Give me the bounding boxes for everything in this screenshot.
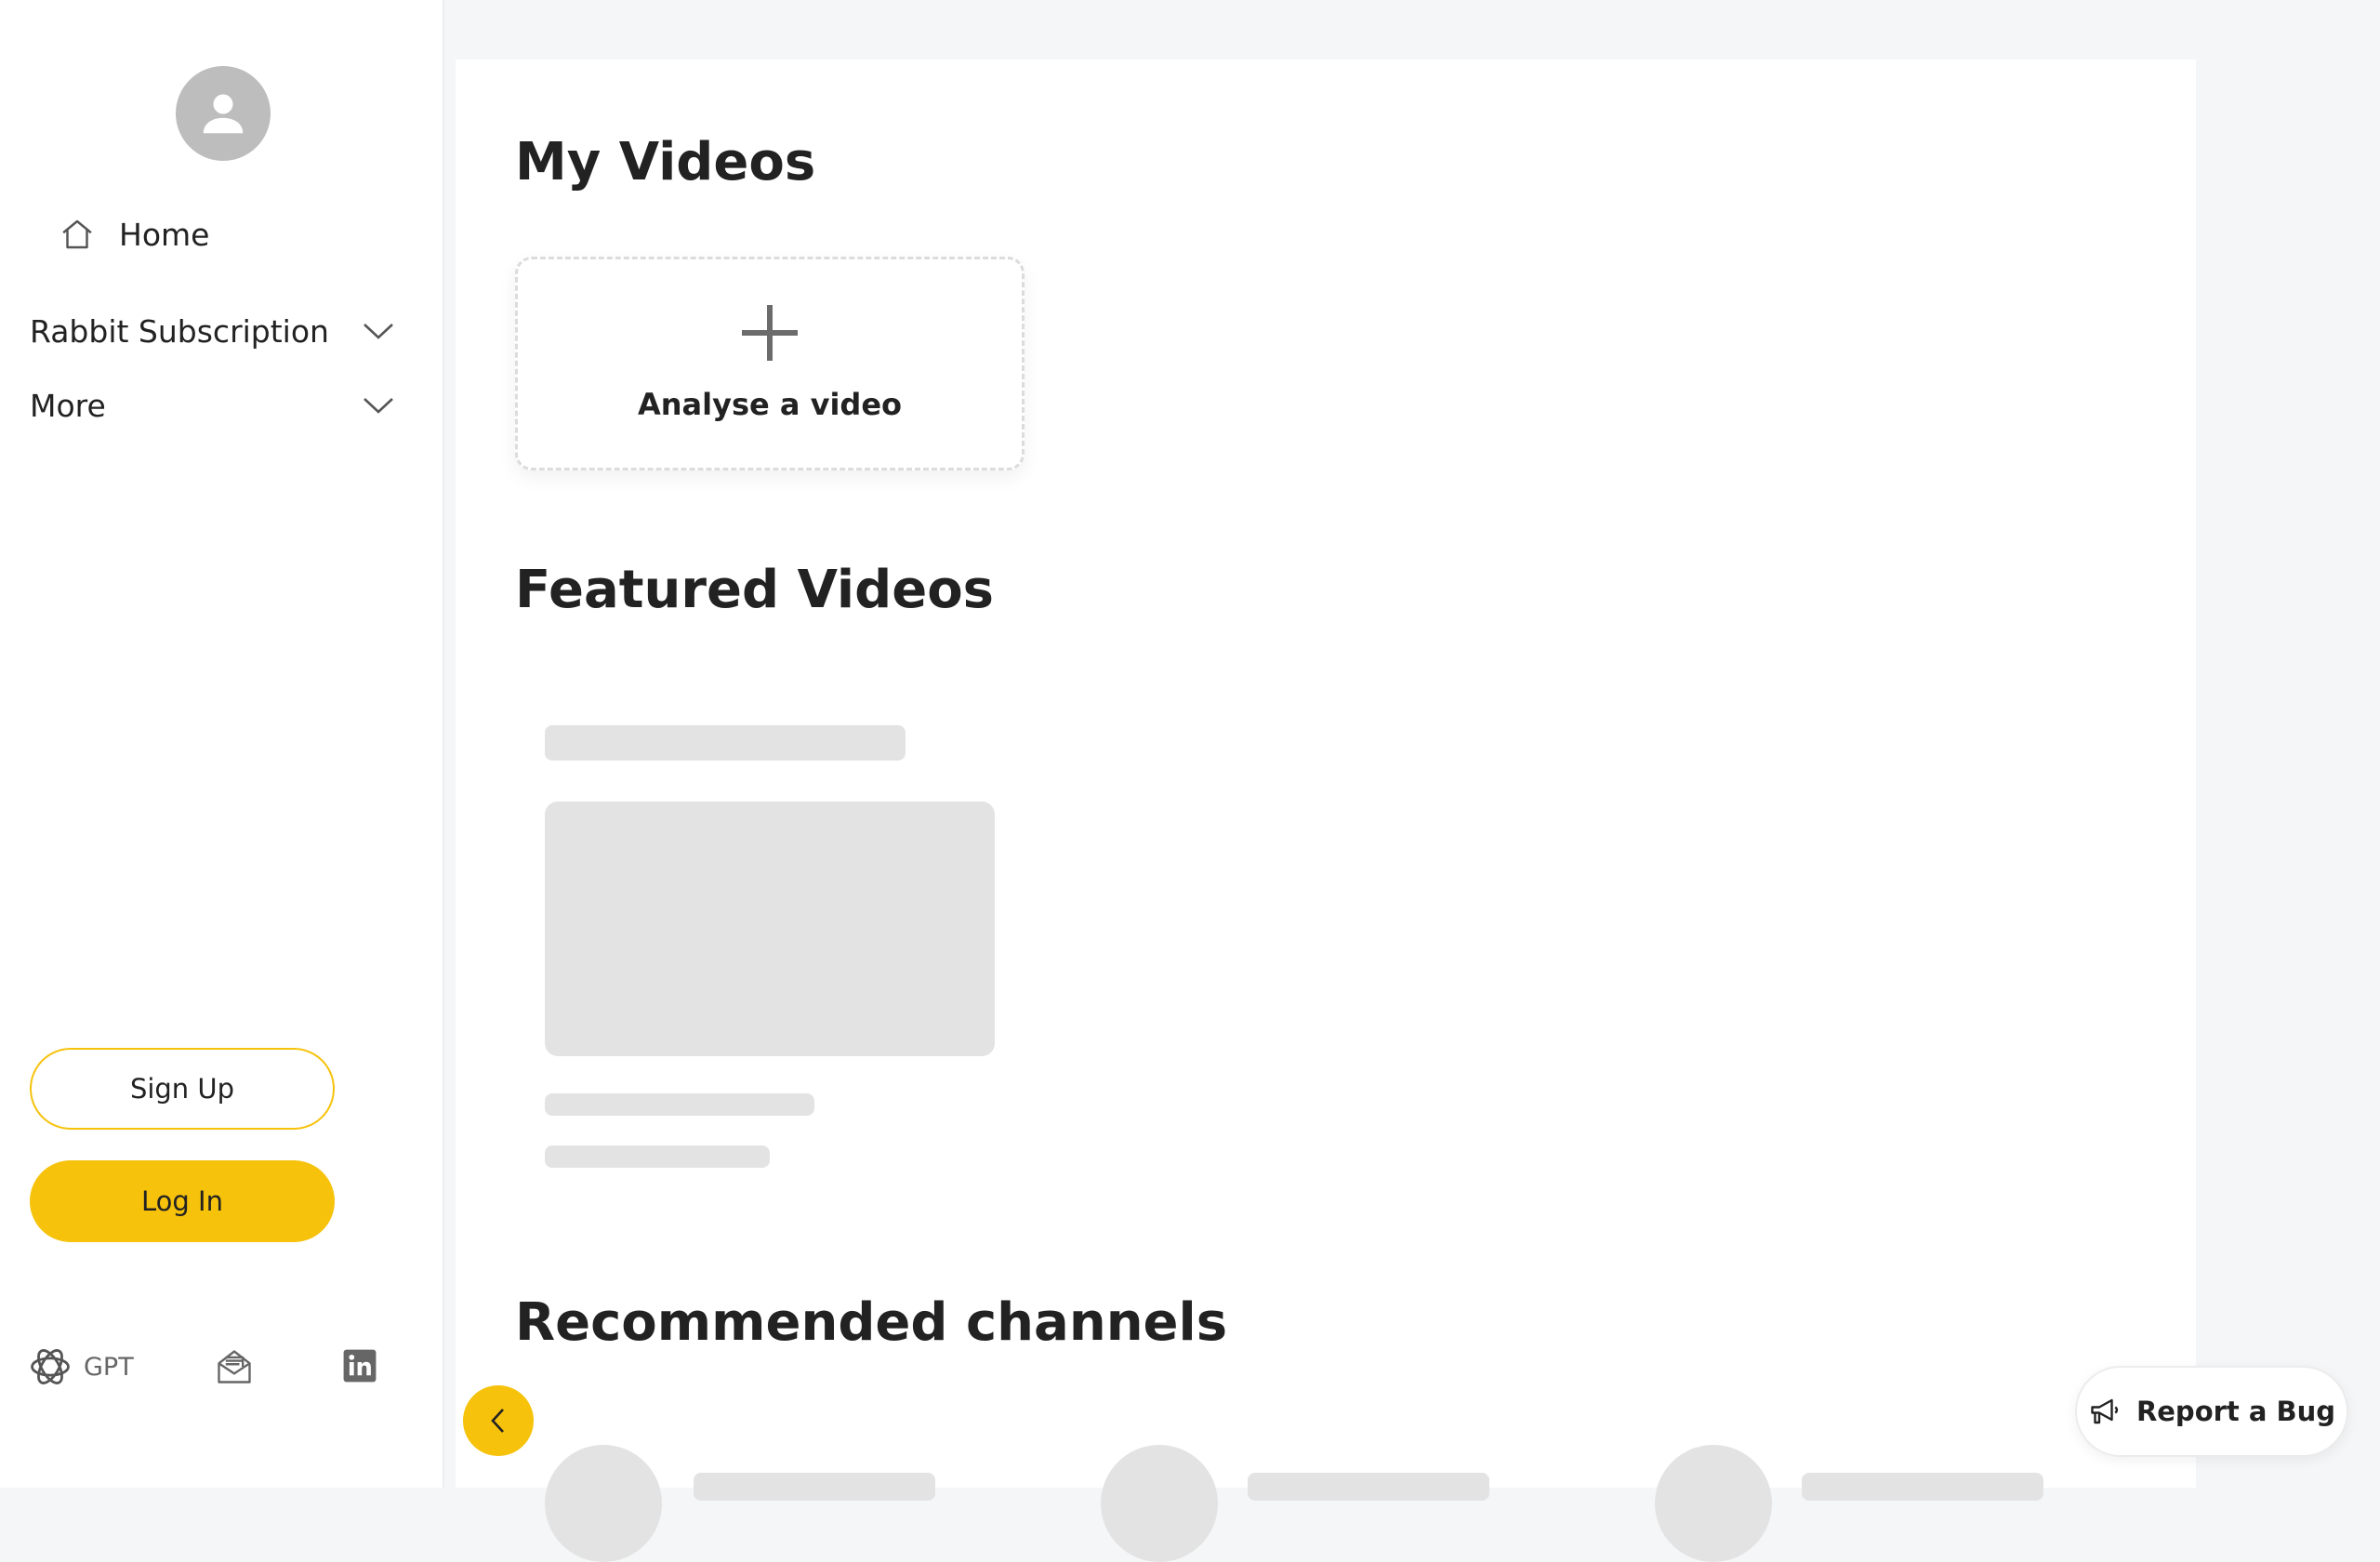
nav-home[interactable]: Home [58,208,209,260]
nav-rabbit-subscription-label: Rabbit Subscription [30,312,329,350]
featured-videos-title: Featured Videos [515,560,994,620]
login-button[interactable]: Log In [30,1160,335,1242]
megaphone-icon [2091,1398,2119,1424]
nav-more-label: More [30,387,106,424]
skeleton-thumbnail [545,801,995,1056]
skeleton-channel-name [694,1473,935,1501]
chevron-down-icon [364,324,393,339]
main-content: My Videos Analyse a video Featured Video… [456,60,2196,1562]
skeleton-channel-name [1802,1473,2043,1501]
signup-button[interactable]: Sign Up [30,1048,335,1130]
skeleton-title [545,725,906,761]
analyse-video-card[interactable]: Analyse a video [515,257,1025,470]
collapse-sidebar-button[interactable] [463,1385,534,1456]
skeleton-channel-avatar [1101,1445,1218,1562]
nav-home-label: Home [119,216,210,253]
my-videos-title: My Videos [515,132,816,192]
skeleton-line [545,1093,814,1116]
openai-icon [31,1349,70,1384]
gpt-label: GPT [84,1352,134,1382]
nav-rabbit-subscription[interactable]: Rabbit Subscription [30,301,394,361]
skeleton-channel-name [1248,1473,1489,1501]
chevron-down-icon [364,398,393,414]
chevron-left-icon [491,1409,504,1433]
nav-more[interactable]: More [30,376,394,435]
home-icon [62,219,92,249]
linkedin-icon[interactable] [342,1348,377,1383]
sidebar-footer: GPT [26,1339,398,1395]
plus-icon [742,305,798,361]
skeleton-channel-avatar [1655,1445,1772,1562]
report-bug-button[interactable]: Report a Bug [2075,1366,2348,1457]
report-bug-label: Report a Bug [2135,1396,2336,1427]
analyse-video-label: Analyse a video [637,387,902,422]
mail-icon[interactable] [214,1346,255,1387]
skeleton-channel-avatar [545,1445,662,1562]
gpt-link[interactable]: GPT [26,1339,134,1395]
sidebar: Home Rabbit Subscription More Sign Up Lo… [0,0,444,1488]
user-avatar-icon[interactable] [176,66,271,161]
recommended-channels-title: Recommended channels [515,1292,1228,1353]
person-icon [203,94,244,134]
skeleton-line [545,1145,770,1168]
